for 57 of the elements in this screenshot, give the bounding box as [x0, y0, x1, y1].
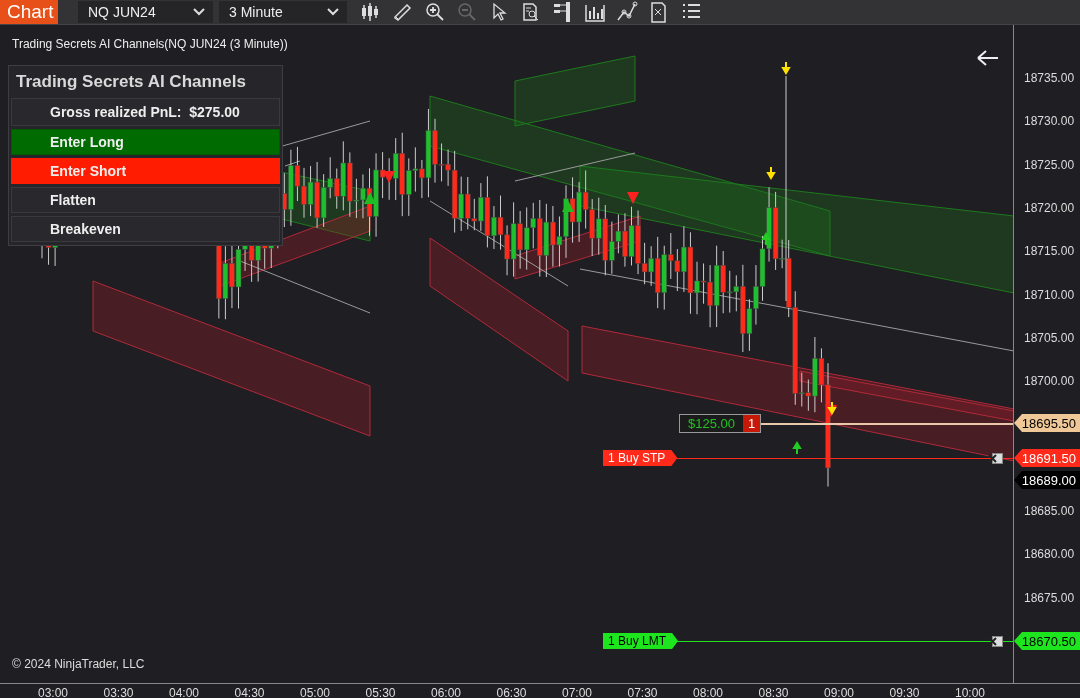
limit-order-tag[interactable]: 1 Buy LMT — [603, 633, 679, 649]
pnl-readout: Gross realized PnL: $275.00 — [11, 98, 280, 126]
down-arrow-icon — [782, 61, 790, 75]
time-label: 05:30 — [365, 686, 396, 698]
copyright-text: © 2024 NinjaTrader, LLC — [12, 657, 145, 671]
price-label: 18715.00 — [1024, 244, 1075, 259]
time-label: 03:00 — [38, 686, 68, 698]
price-label: 18700.00 — [1024, 374, 1075, 389]
price-label: 18725.00 — [1024, 157, 1075, 172]
price-label: 18710.00 — [1024, 287, 1075, 302]
chart-title-tab[interactable]: Chart — [0, 0, 58, 24]
enter-long-button[interactable]: Enter Long — [11, 129, 280, 155]
limit-price-marker: 18670.50 — [1014, 632, 1080, 650]
up-arrow-icon — [793, 441, 801, 455]
down-arrow-icon — [828, 401, 836, 415]
strategy-button[interactable]: Breakeven — [11, 216, 280, 242]
position-price-marker: 18695.50 — [1014, 414, 1080, 432]
time-label: 04:00 — [169, 686, 199, 698]
line-points-icon[interactable] — [615, 1, 639, 23]
price-label: 18675.00 — [1024, 590, 1075, 605]
price-label: 18730.00 — [1024, 114, 1075, 129]
stop-order-tag[interactable]: 1 Buy STP — [603, 450, 678, 466]
position-pnl: $125.00 — [680, 415, 743, 432]
time-label: 06:30 — [496, 686, 527, 698]
time-label: 08:00 — [693, 686, 723, 698]
up-triangle-icon — [562, 200, 574, 212]
stop-price-marker: 18691.50 — [1014, 449, 1080, 467]
time-label: 07:00 — [562, 686, 592, 698]
price-label: 18735.00 — [1024, 71, 1075, 85]
price-label: 18720.00 — [1024, 200, 1075, 215]
time-label: 06:00 — [431, 686, 461, 698]
time-label: 08:30 — [758, 686, 789, 698]
up-triangle-icon — [364, 192, 376, 204]
down-triangle-icon — [383, 171, 395, 183]
time-label: 07:30 — [627, 686, 658, 698]
chart-title: Trading Secrets AI Channels(NQ JUN24 (3 Minute)) — [12, 37, 288, 51]
time-label: 10:00 — [955, 686, 985, 698]
strategy-button[interactable]: Flatten — [11, 187, 280, 213]
price-label: 18685.00 — [1024, 504, 1075, 518]
caret-icon — [327, 8, 339, 16]
down-triangle-icon — [627, 192, 639, 204]
interval-dropdown[interactable]: 3 Minute — [219, 1, 347, 23]
last-price-marker: 18689.00 — [1014, 471, 1080, 489]
time-label: 09:30 — [889, 686, 920, 698]
back-arrow-icon[interactable] — [977, 50, 999, 66]
panel-title: Trading Secrets AI Channels — [15, 71, 247, 93]
price-label: 18680.00 — [1024, 547, 1075, 562]
down-arrow-icon — [767, 166, 775, 180]
caret-icon — [193, 8, 205, 16]
position-quantity: 1 — [743, 415, 761, 432]
time-label: 09:00 — [824, 686, 854, 698]
time-label: 03:30 — [103, 686, 134, 698]
instrument-dropdown[interactable]: NQ JUN24 — [78, 1, 213, 23]
up-arrow-icon — [762, 232, 770, 246]
price-label: 18705.00 — [1024, 330, 1075, 345]
time-label: 05:00 — [300, 686, 330, 698]
time-label: 04:30 — [234, 686, 265, 698]
